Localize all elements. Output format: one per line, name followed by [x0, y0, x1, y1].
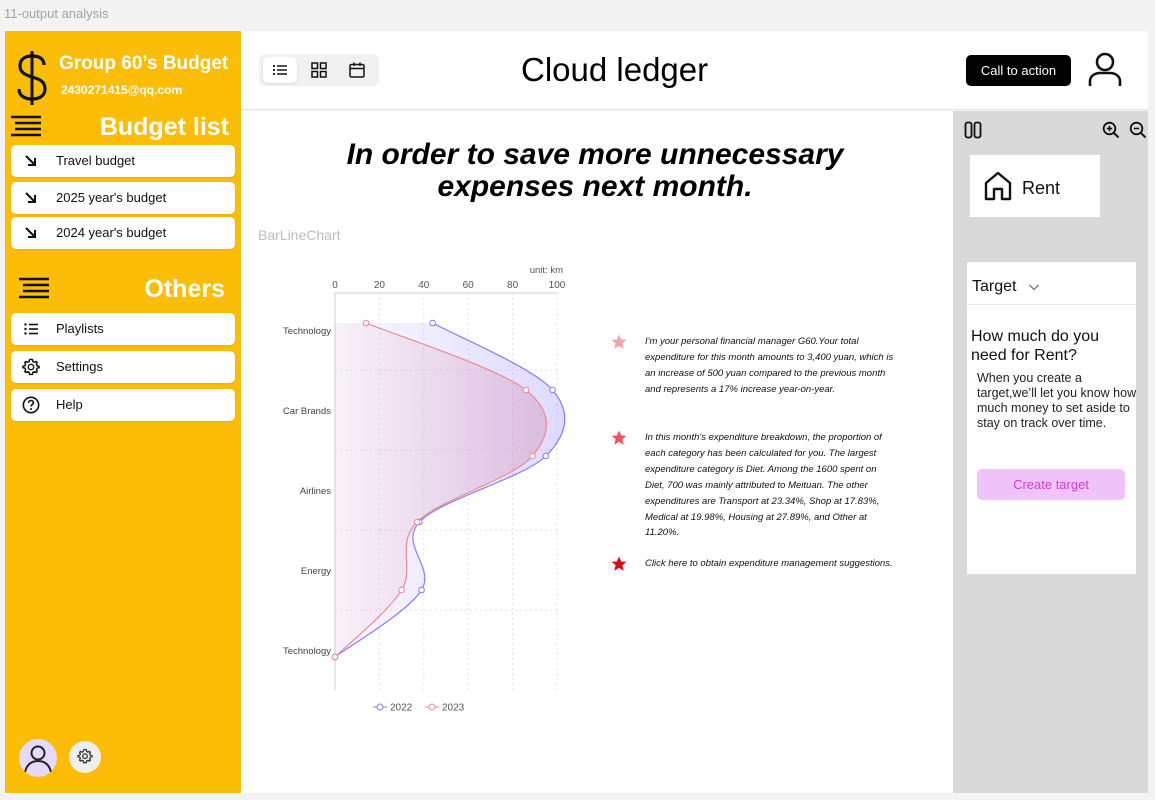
data-point	[413, 518, 421, 526]
x-tick-label: 40	[418, 280, 430, 291]
sidebar-item-settings[interactable]: Settings	[11, 351, 235, 383]
user-icon[interactable]	[1087, 51, 1123, 89]
rent-label: Rent	[1022, 178, 1061, 198]
frame-title: 11-output analysis	[4, 6, 109, 21]
x-tick-label: 60	[463, 280, 475, 291]
insight-text: I'm your personal financial manager G60.…	[645, 336, 894, 395]
top-header: Cloud ledger Call to action	[241, 31, 1148, 110]
help-circle-icon	[22, 396, 40, 414]
settings-button[interactable]	[69, 741, 101, 773]
others-header: Others	[9, 273, 235, 305]
category-label: Energy	[301, 566, 331, 577]
create-target-button[interactable]: Create target	[977, 469, 1125, 500]
x-tick-label: 20	[374, 280, 386, 291]
x-tick-label: 80	[507, 280, 519, 291]
home-icon	[984, 171, 1012, 201]
rent-card[interactable]: Rent	[970, 155, 1100, 217]
data-point	[398, 586, 405, 594]
brand: Group 60’s Budget 2430271415@qq.com	[11, 49, 237, 109]
headline: In order to save more unnecessary expens…	[346, 138, 844, 203]
data-point	[429, 319, 436, 327]
dollar-icon	[17, 51, 47, 105]
user-avatar-icon	[24, 745, 52, 773]
star-icon	[611, 556, 627, 571]
sidebar-item-label: Settings	[56, 359, 103, 374]
legend-marker	[376, 703, 384, 711]
data-point	[529, 452, 536, 460]
sidebar-item-playlists[interactable]: Playlists	[11, 313, 235, 345]
calendar-icon	[349, 62, 365, 78]
sidebar-item-help[interactable]: Help	[11, 389, 235, 421]
chevron-down-icon	[1029, 284, 1039, 291]
budget-list-header: Budget list	[9, 111, 235, 143]
x-tick-label: 0	[332, 280, 338, 291]
insight-text: In this month's expenditure breakdown, t…	[645, 432, 882, 539]
arrow-down-right-icon	[25, 227, 36, 238]
star-icon	[611, 430, 627, 445]
x-tick-label: 100	[549, 280, 566, 291]
legend-label: 2023	[442, 703, 465, 714]
gear-icon	[77, 748, 93, 764]
right-panel: Rent Target How much do you need for Ren…	[953, 111, 1148, 793]
category-label: Technology	[283, 646, 331, 657]
data-point	[418, 586, 425, 594]
main-content: In order to save more unnecessary expens…	[241, 111, 953, 793]
columns-icon[interactable]	[964, 121, 982, 139]
budget-item-label: 2025 year's budget	[56, 190, 167, 205]
unit-label: unit: km	[530, 265, 563, 276]
target-description: When you create a target,we’ll let you k…	[977, 371, 1137, 430]
budget-list-title: Budget list	[99, 113, 229, 141]
zoom-out-icon[interactable]	[1129, 121, 1147, 139]
target-dropdown[interactable]: Target	[967, 262, 1136, 305]
target-label: Target	[972, 278, 1017, 295]
legend-marker	[428, 703, 436, 711]
data-point	[331, 653, 339, 661]
menu-lines-icon[interactable]	[9, 113, 43, 141]
category-label: Airlines	[300, 486, 331, 497]
target-card: Target How much do you need for Rent? Wh…	[967, 262, 1136, 574]
view-mode-toggle	[259, 54, 379, 86]
list-view-button[interactable]	[263, 57, 297, 83]
list-icon	[272, 64, 287, 76]
data-point	[549, 386, 556, 394]
call-to-action-button[interactable]: Call to action	[966, 55, 1071, 86]
data-point	[362, 319, 370, 327]
avatar[interactable]	[19, 739, 57, 777]
budget-item-travel[interactable]: Travel budget	[11, 145, 235, 177]
chart-caption: BarLineChart	[258, 227, 341, 243]
grid-icon	[311, 62, 327, 78]
page-title: Cloud ledger	[521, 51, 709, 88]
zoom-in-icon[interactable]	[1102, 121, 1120, 139]
sidebar-item-label: Help	[56, 397, 83, 412]
brand-name: Group 60’s Budget	[59, 53, 229, 74]
budget-item-label: Travel budget	[56, 153, 136, 168]
insight-text[interactable]: Click here to obtain expenditure managem…	[645, 556, 897, 572]
category-label: Technology	[283, 326, 331, 337]
sidebar-item-label: Playlists	[56, 321, 104, 336]
brand-email: 2430271415@qq.com	[61, 83, 183, 97]
sidebar: Group 60’s Budget 2430271415@qq.com Budg…	[5, 31, 241, 793]
budget-item-2024[interactable]: 2024 year's budget	[11, 217, 235, 249]
calendar-view-button[interactable]	[340, 57, 374, 83]
data-point	[522, 386, 530, 394]
budget-item-2025[interactable]: 2025 year's budget	[11, 182, 235, 214]
bar-line-chart: 0 20 40 60 80 100 unit: km Technology Car Brands…	[283, 265, 566, 714]
others-title: Others	[144, 275, 225, 303]
legend-label: 2022	[390, 703, 413, 714]
star-icon	[611, 334, 627, 349]
menu-lines-icon[interactable]	[17, 275, 51, 303]
list-icon	[24, 323, 38, 335]
gear-icon	[22, 358, 40, 376]
grid-view-button[interactable]	[302, 57, 336, 83]
category-label: Car Brands	[283, 406, 331, 417]
arrow-down-right-icon	[25, 192, 36, 203]
arrow-down-right-icon	[25, 155, 36, 166]
target-question: How much do you need for Rent?	[971, 328, 1100, 364]
data-point	[542, 452, 550, 460]
budget-item-label: 2024 year's budget	[56, 225, 167, 240]
